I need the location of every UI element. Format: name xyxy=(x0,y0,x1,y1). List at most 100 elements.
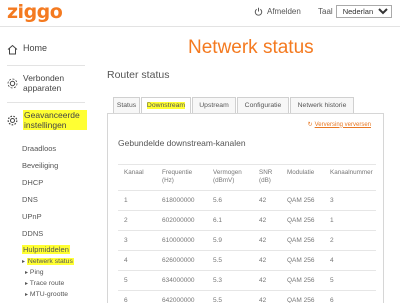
tab-label: Downstream xyxy=(146,102,186,109)
refresh-icon: ↻ xyxy=(307,122,313,128)
table-cell: QAM 256 xyxy=(281,270,324,291)
table-cell: 618000000 xyxy=(156,190,207,211)
column-header: Kanaalnummer xyxy=(324,164,376,191)
table-cell: 5.9 xyxy=(207,230,253,251)
ziggo-logo[interactable]: ziggo xyxy=(7,1,63,23)
table-cell: QAM 256 xyxy=(281,190,324,211)
power-icon xyxy=(254,7,263,16)
home-icon xyxy=(7,44,18,55)
page-title: Netwerk status xyxy=(188,37,314,58)
table-cell: 5 xyxy=(118,270,156,291)
table-row: 5 634000000 5.3 42 QAM 256 5 xyxy=(118,270,376,291)
table-cell: 5.5 xyxy=(207,250,253,271)
table-row: 2 602000000 6.1 42 QAM 256 1 xyxy=(118,210,376,231)
sidebar-tools-item-label: Trace route xyxy=(29,280,65,287)
sidebar-tools-item-ping[interactable]: ▸ Ping xyxy=(25,269,44,276)
tab-upstream[interactable]: Upstream xyxy=(192,97,236,113)
sidebar-sub-item-ddns[interactable]: DDNS xyxy=(22,229,43,238)
table-cell: 610000000 xyxy=(156,230,207,251)
sidebar-sub-item-security[interactable]: Beveiliging xyxy=(22,161,58,170)
table-row: 1 618000000 5.6 42 QAM 256 3 xyxy=(118,190,376,211)
tab-bar: Status Downstream Upstream Configuratie … xyxy=(113,97,355,113)
column-header: Vermogen (dBmV) xyxy=(207,164,253,191)
language-select[interactable]: Nederlands xyxy=(335,5,392,18)
tab-network-history[interactable]: Netwerk historie xyxy=(290,97,354,113)
table-header-row: Kanaal Frequentie (Hz) Vermogen (dBmV) S… xyxy=(118,164,376,191)
table-cell: 6 xyxy=(324,290,376,303)
table-cell: 626000000 xyxy=(156,250,207,271)
table-cell: 42 xyxy=(253,210,281,231)
table-cell: 1 xyxy=(118,190,156,211)
table-cell: 42 xyxy=(253,270,281,291)
sidebar-item-label: Verbonden apparaten xyxy=(23,73,65,93)
logout-label: Afmelden xyxy=(267,7,301,16)
sidebar: Home Verbonden apparaten Geavanceerde in… xyxy=(0,27,92,303)
section-title: Router status xyxy=(107,69,170,81)
table-cell: 5 xyxy=(324,270,376,291)
table-cell: 1 xyxy=(324,210,376,231)
sidebar-sub-item-label: Hulpmiddelen xyxy=(22,245,70,254)
column-header: SNR (dB) xyxy=(253,164,281,191)
tab-downstream[interactable]: Downstream xyxy=(141,97,191,113)
sidebar-sub-item-tools[interactable]: Hulpmiddelen xyxy=(22,245,70,254)
devices-icon xyxy=(7,78,18,89)
refresh-link[interactable]: ↻ Verversing verversen xyxy=(307,121,371,129)
table-row: 3 610000000 5.9 42 QAM 256 2 xyxy=(118,230,376,251)
language-switcher: Taal Nederlands xyxy=(318,5,392,18)
table-cell: 3 xyxy=(324,190,376,211)
column-header: Kanaal xyxy=(118,164,156,191)
column-header: Modulatie xyxy=(281,164,324,191)
tab-configuration[interactable]: Configuratie xyxy=(237,97,289,113)
table-cell: 4 xyxy=(118,250,156,271)
table-cell: 2 xyxy=(324,230,376,251)
sidebar-tools-item-trace-route[interactable]: ▸ Trace route xyxy=(25,280,64,287)
sidebar-tools-item-label: Netwerk status xyxy=(26,258,74,265)
table-cell: QAM 256 xyxy=(281,230,324,251)
top-bar: ziggo Afmelden Taal Nederlands xyxy=(0,0,400,26)
table-cell: 42 xyxy=(253,290,281,303)
gear-icon xyxy=(7,115,18,126)
sidebar-sub-item-wireless[interactable]: Draadloos xyxy=(22,144,56,153)
chevron-right-icon: ▸ xyxy=(25,292,29,298)
column-header: Frequentie (Hz) xyxy=(156,164,207,191)
sidebar-tools-item-network-status[interactable]: ▸ Netwerk status xyxy=(22,258,74,265)
chevron-right-icon: ▸ xyxy=(22,259,26,265)
table-cell: 5.3 xyxy=(207,270,253,291)
refresh-label: Verversing verversen xyxy=(314,121,371,128)
sidebar-sub-item-dhcp[interactable]: DHCP xyxy=(22,178,43,187)
sidebar-tools-item-mtu-size[interactable]: ▸ MTU-grootte xyxy=(25,291,68,298)
table-cell: 602000000 xyxy=(156,210,207,231)
tab-status[interactable]: Status xyxy=(113,97,140,113)
sidebar-sub-item-dns[interactable]: DNS xyxy=(22,195,38,204)
table-cell: 5.6 xyxy=(207,190,253,211)
sidebar-item-home[interactable]: Home xyxy=(7,43,47,55)
table-cell: QAM 256 xyxy=(281,210,324,231)
sidebar-item-connected-devices[interactable]: Verbonden apparaten xyxy=(7,73,83,93)
table-row: 6 642000000 5.5 42 QAM 256 6 xyxy=(118,290,376,303)
logout-button[interactable]: Afmelden xyxy=(254,7,301,16)
table-cell: 4 xyxy=(324,250,376,271)
chevron-right-icon: ▸ xyxy=(25,270,29,276)
table-cell: 2 xyxy=(118,210,156,231)
sidebar-sub-item-upnp[interactable]: UPnP xyxy=(22,212,42,221)
downstream-table: Kanaal Frequentie (Hz) Vermogen (dBmV) S… xyxy=(118,164,376,303)
language-label: Taal xyxy=(318,7,333,16)
sidebar-tools-item-label: MTU-grootte xyxy=(29,291,69,298)
table-cell: 642000000 xyxy=(156,290,207,303)
sidebar-item-advanced-settings[interactable]: Geavanceerde instellingen xyxy=(7,110,87,130)
table-row: 4 626000000 5.5 42 QAM 256 4 xyxy=(118,250,376,271)
downstream-panel: ↻ Verversing verversen Gebundelde downst… xyxy=(107,113,384,303)
sidebar-item-label: Geavanceerde instellingen xyxy=(23,110,87,130)
table-cell: 5.5 xyxy=(207,290,253,303)
sidebar-tools-item-label: Ping xyxy=(29,269,44,276)
table-cell: 6 xyxy=(118,290,156,303)
sidebar-divider xyxy=(7,65,85,66)
panel-title: Gebundelde downstream-kanalen xyxy=(118,138,246,148)
sidebar-divider xyxy=(7,102,85,103)
table-cell: 6.1 xyxy=(207,210,253,231)
sidebar-item-label: Home xyxy=(23,43,48,53)
table-cell: 42 xyxy=(253,230,281,251)
table-cell: 42 xyxy=(253,190,281,211)
table-cell: 3 xyxy=(118,230,156,251)
table-cell: 42 xyxy=(253,250,281,271)
